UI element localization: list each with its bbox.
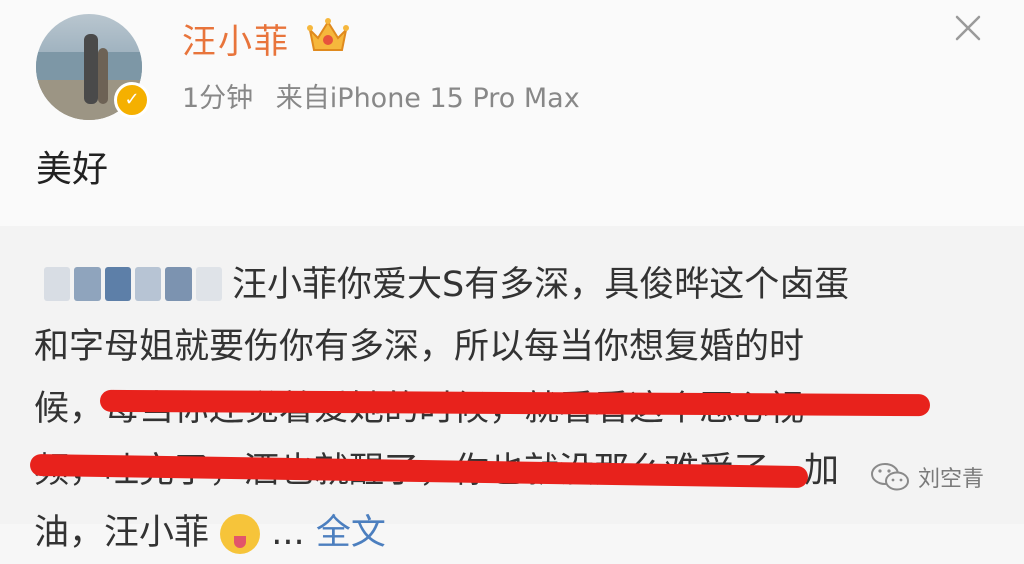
ellipsis: ... — [271, 513, 305, 553]
avatar-figure — [98, 48, 108, 104]
crown-icon — [307, 18, 349, 51]
highlight-underline — [99, 389, 931, 417]
username[interactable]: 汪小菲 — [182, 14, 290, 63]
post-time: 1分钟 — [182, 83, 254, 114]
comment-line: 油，汪小菲 — [34, 513, 210, 553]
wechat-icon — [871, 463, 909, 491]
post-text: 美好 — [36, 149, 109, 190]
comment-line: 汪小菲你爱大S有多深，具俊晔这个卤蛋 — [232, 265, 850, 305]
comment-line: 和字母姐就要伤你有多深，所以每当你想复婚的时 — [34, 327, 805, 367]
post-meta: 1分钟 来自iPhone 15 Pro Max — [182, 76, 594, 115]
post-source: 来自iPhone 15 Pro Max — [275, 83, 580, 114]
verified-badge-icon: ✓ — [114, 82, 150, 118]
watermark: 刘空青 — [870, 460, 984, 494]
close-button[interactable] — [948, 8, 988, 48]
weibo-post: ✓ 汪小菲 1分钟 来自iPhone 15 Pro Max 美好 — [0, 0, 1024, 226]
watermark-text: 刘空青 — [918, 467, 985, 492]
tongue-emoji-icon — [220, 514, 261, 554]
close-icon — [955, 15, 981, 41]
avatar-figure — [84, 34, 98, 104]
comment-line-last: 油，汪小菲 ... 全文 — [34, 502, 974, 564]
full-text-link[interactable]: 全文 — [316, 513, 386, 553]
